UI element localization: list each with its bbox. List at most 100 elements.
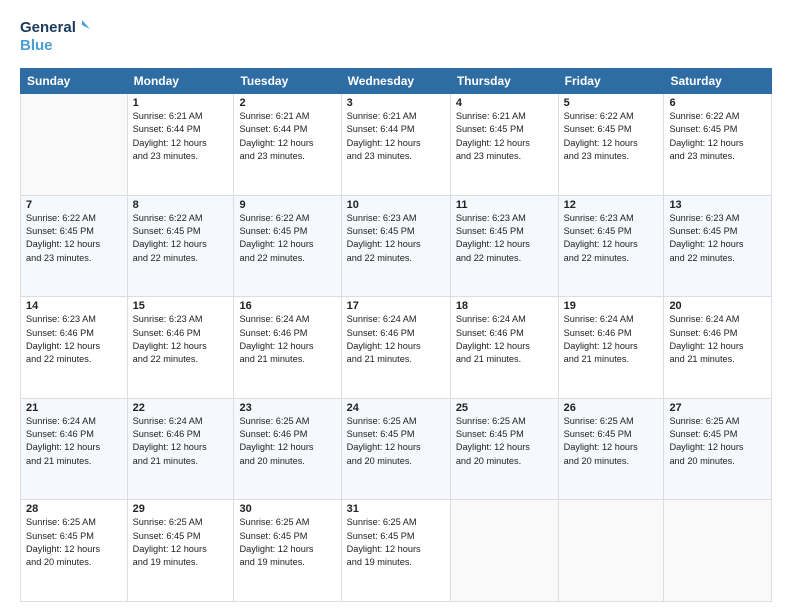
calendar-cell — [558, 500, 664, 602]
day-info: Sunrise: 6:25 AMSunset: 6:45 PMDaylight:… — [239, 516, 335, 569]
day-info: Sunrise: 6:25 AMSunset: 6:45 PMDaylight:… — [133, 516, 229, 569]
calendar-cell: 14Sunrise: 6:23 AMSunset: 6:46 PMDayligh… — [21, 297, 128, 399]
day-info: Sunrise: 6:24 AMSunset: 6:46 PMDaylight:… — [133, 415, 229, 468]
day-info: Sunrise: 6:24 AMSunset: 6:46 PMDaylight:… — [669, 313, 766, 366]
day-info: Sunrise: 6:24 AMSunset: 6:46 PMDaylight:… — [564, 313, 659, 366]
day-info: Sunrise: 6:24 AMSunset: 6:46 PMDaylight:… — [347, 313, 445, 366]
logo: General Blue — [20, 16, 90, 58]
day-info: Sunrise: 6:23 AMSunset: 6:45 PMDaylight:… — [564, 212, 659, 265]
day-of-week-header: Monday — [127, 69, 234, 94]
day-number: 1 — [133, 97, 229, 109]
calendar-week-row: 14Sunrise: 6:23 AMSunset: 6:46 PMDayligh… — [21, 297, 772, 399]
day-info: Sunrise: 6:25 AMSunset: 6:46 PMDaylight:… — [239, 415, 335, 468]
calendar-cell: 17Sunrise: 6:24 AMSunset: 6:46 PMDayligh… — [341, 297, 450, 399]
day-info: Sunrise: 6:24 AMSunset: 6:46 PMDaylight:… — [26, 415, 122, 468]
calendar-cell: 27Sunrise: 6:25 AMSunset: 6:45 PMDayligh… — [664, 398, 772, 500]
day-number: 29 — [133, 503, 229, 515]
day-number: 10 — [347, 199, 445, 211]
day-number: 15 — [133, 300, 229, 312]
svg-text:General: General — [20, 19, 76, 36]
day-number: 26 — [564, 402, 659, 414]
day-info: Sunrise: 6:23 AMSunset: 6:45 PMDaylight:… — [347, 212, 445, 265]
calendar-cell: 7Sunrise: 6:22 AMSunset: 6:45 PMDaylight… — [21, 195, 128, 297]
calendar-cell: 25Sunrise: 6:25 AMSunset: 6:45 PMDayligh… — [450, 398, 558, 500]
calendar-cell — [664, 500, 772, 602]
day-number: 2 — [239, 97, 335, 109]
calendar-week-row: 21Sunrise: 6:24 AMSunset: 6:46 PMDayligh… — [21, 398, 772, 500]
day-info: Sunrise: 6:21 AMSunset: 6:44 PMDaylight:… — [347, 110, 445, 163]
calendar-cell: 16Sunrise: 6:24 AMSunset: 6:46 PMDayligh… — [234, 297, 341, 399]
calendar-cell: 2Sunrise: 6:21 AMSunset: 6:44 PMDaylight… — [234, 94, 341, 196]
logo-svg: General Blue — [20, 16, 90, 58]
calendar-week-row: 1Sunrise: 6:21 AMSunset: 6:44 PMDaylight… — [21, 94, 772, 196]
day-number: 28 — [26, 503, 122, 515]
day-info: Sunrise: 6:22 AMSunset: 6:45 PMDaylight:… — [26, 212, 122, 265]
day-info: Sunrise: 6:24 AMSunset: 6:46 PMDaylight:… — [239, 313, 335, 366]
header: General Blue — [20, 16, 772, 58]
calendar-table: SundayMondayTuesdayWednesdayThursdayFrid… — [20, 68, 772, 602]
calendar-cell: 28Sunrise: 6:25 AMSunset: 6:45 PMDayligh… — [21, 500, 128, 602]
day-info: Sunrise: 6:22 AMSunset: 6:45 PMDaylight:… — [669, 110, 766, 163]
day-info: Sunrise: 6:22 AMSunset: 6:45 PMDaylight:… — [133, 212, 229, 265]
day-number: 22 — [133, 402, 229, 414]
day-number: 21 — [26, 402, 122, 414]
day-info: Sunrise: 6:25 AMSunset: 6:45 PMDaylight:… — [564, 415, 659, 468]
calendar-cell: 1Sunrise: 6:21 AMSunset: 6:44 PMDaylight… — [127, 94, 234, 196]
day-info: Sunrise: 6:23 AMSunset: 6:45 PMDaylight:… — [669, 212, 766, 265]
calendar-cell: 22Sunrise: 6:24 AMSunset: 6:46 PMDayligh… — [127, 398, 234, 500]
day-number: 8 — [133, 199, 229, 211]
calendar-cell: 10Sunrise: 6:23 AMSunset: 6:45 PMDayligh… — [341, 195, 450, 297]
calendar-cell: 11Sunrise: 6:23 AMSunset: 6:45 PMDayligh… — [450, 195, 558, 297]
day-number: 19 — [564, 300, 659, 312]
day-info: Sunrise: 6:23 AMSunset: 6:46 PMDaylight:… — [26, 313, 122, 366]
calendar-cell: 4Sunrise: 6:21 AMSunset: 6:45 PMDaylight… — [450, 94, 558, 196]
day-info: Sunrise: 6:25 AMSunset: 6:45 PMDaylight:… — [456, 415, 553, 468]
day-info: Sunrise: 6:21 AMSunset: 6:44 PMDaylight:… — [239, 110, 335, 163]
calendar-cell: 19Sunrise: 6:24 AMSunset: 6:46 PMDayligh… — [558, 297, 664, 399]
day-info: Sunrise: 6:25 AMSunset: 6:45 PMDaylight:… — [26, 516, 122, 569]
day-number: 20 — [669, 300, 766, 312]
calendar-cell: 13Sunrise: 6:23 AMSunset: 6:45 PMDayligh… — [664, 195, 772, 297]
day-number: 18 — [456, 300, 553, 312]
day-info: Sunrise: 6:23 AMSunset: 6:45 PMDaylight:… — [456, 212, 553, 265]
day-of-week-header: Sunday — [21, 69, 128, 94]
day-number: 11 — [456, 199, 553, 211]
day-number: 25 — [456, 402, 553, 414]
day-info: Sunrise: 6:22 AMSunset: 6:45 PMDaylight:… — [564, 110, 659, 163]
calendar-week-row: 7Sunrise: 6:22 AMSunset: 6:45 PMDaylight… — [21, 195, 772, 297]
day-of-week-header: Friday — [558, 69, 664, 94]
day-of-week-header: Saturday — [664, 69, 772, 94]
calendar-cell — [450, 500, 558, 602]
day-info: Sunrise: 6:22 AMSunset: 6:45 PMDaylight:… — [239, 212, 335, 265]
day-number: 17 — [347, 300, 445, 312]
calendar-cell: 30Sunrise: 6:25 AMSunset: 6:45 PMDayligh… — [234, 500, 341, 602]
calendar-cell: 23Sunrise: 6:25 AMSunset: 6:46 PMDayligh… — [234, 398, 341, 500]
calendar-cell: 18Sunrise: 6:24 AMSunset: 6:46 PMDayligh… — [450, 297, 558, 399]
calendar-cell: 6Sunrise: 6:22 AMSunset: 6:45 PMDaylight… — [664, 94, 772, 196]
day-number: 30 — [239, 503, 335, 515]
day-info: Sunrise: 6:25 AMSunset: 6:45 PMDaylight:… — [669, 415, 766, 468]
day-number: 9 — [239, 199, 335, 211]
day-number: 31 — [347, 503, 445, 515]
calendar-header-row: SundayMondayTuesdayWednesdayThursdayFrid… — [21, 69, 772, 94]
day-of-week-header: Thursday — [450, 69, 558, 94]
calendar-cell: 12Sunrise: 6:23 AMSunset: 6:45 PMDayligh… — [558, 195, 664, 297]
day-of-week-header: Wednesday — [341, 69, 450, 94]
day-number: 5 — [564, 97, 659, 109]
day-number: 14 — [26, 300, 122, 312]
day-number: 4 — [456, 97, 553, 109]
calendar-cell — [21, 94, 128, 196]
day-number: 16 — [239, 300, 335, 312]
day-number: 12 — [564, 199, 659, 211]
calendar-cell: 31Sunrise: 6:25 AMSunset: 6:45 PMDayligh… — [341, 500, 450, 602]
calendar-cell: 29Sunrise: 6:25 AMSunset: 6:45 PMDayligh… — [127, 500, 234, 602]
day-number: 27 — [669, 402, 766, 414]
calendar-cell: 26Sunrise: 6:25 AMSunset: 6:45 PMDayligh… — [558, 398, 664, 500]
svg-text:Blue: Blue — [20, 37, 53, 54]
day-of-week-header: Tuesday — [234, 69, 341, 94]
day-info: Sunrise: 6:21 AMSunset: 6:44 PMDaylight:… — [133, 110, 229, 163]
day-info: Sunrise: 6:23 AMSunset: 6:46 PMDaylight:… — [133, 313, 229, 366]
calendar: SundayMondayTuesdayWednesdayThursdayFrid… — [20, 68, 772, 602]
day-number: 6 — [669, 97, 766, 109]
calendar-cell: 9Sunrise: 6:22 AMSunset: 6:45 PMDaylight… — [234, 195, 341, 297]
